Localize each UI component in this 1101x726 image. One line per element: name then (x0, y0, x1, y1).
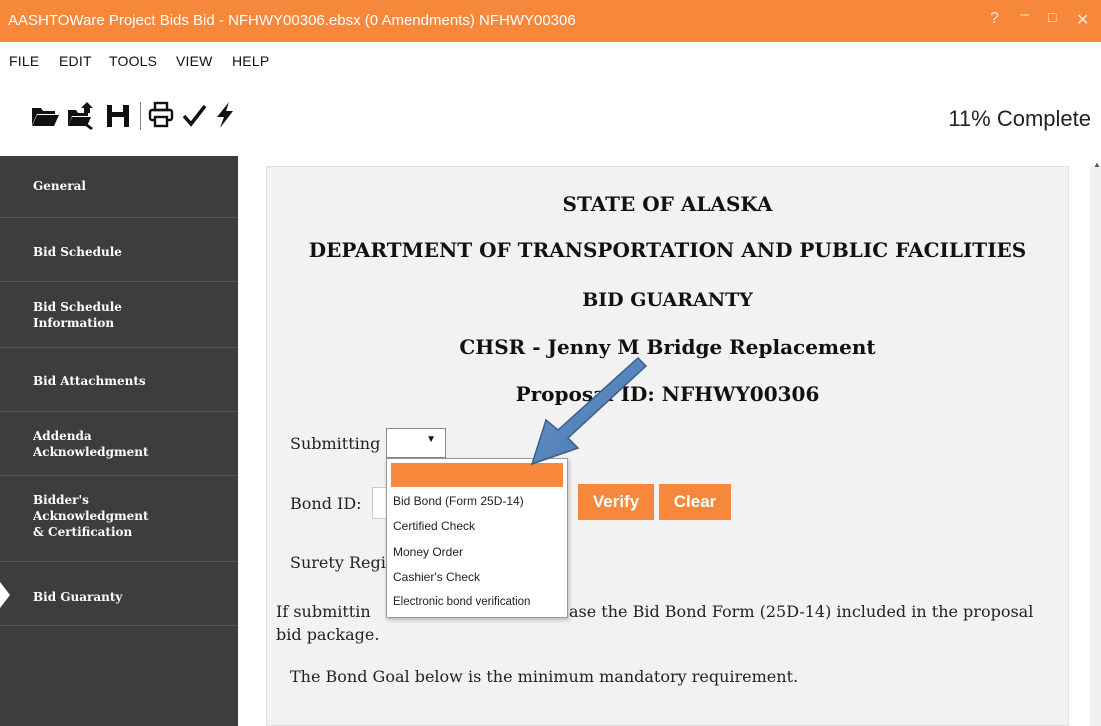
heading-proposal-id: Proposal ID: NFHWY00306 (515, 382, 820, 406)
minimize-button[interactable]: – (1020, 6, 1029, 24)
sidebar-item-label: Addenda Acknowledgment (33, 429, 149, 459)
sidebar: General Bid Schedule Bid Schedule Inform… (0, 156, 238, 726)
sidebar-item-label: Bid Schedule Information (33, 300, 122, 330)
sidebar-item-label: Bid Attachments (33, 374, 146, 388)
maximize-button[interactable]: □ (1048, 9, 1056, 25)
sidebar-item-label: General (33, 179, 86, 193)
menu-edit[interactable]: EDIT (59, 53, 92, 69)
instructions-text-start: If submittin (276, 602, 371, 621)
bond-goal-text: The Bond Goal below is the minimum manda… (290, 667, 799, 686)
sidebar-item-bid-schedule[interactable]: Bid Schedule (0, 218, 238, 282)
sidebar-item-label: Bidder's Acknowledgment & Certification (33, 493, 149, 539)
instructions-text-line2: bid package. (276, 625, 380, 644)
open-folder-icon[interactable] (30, 100, 59, 130)
sidebar-item-general[interactable]: General (0, 156, 238, 218)
window-title: AASHTOWare Project Bids Bid - NFHWY00306… (8, 12, 576, 29)
menu-help[interactable]: HELP (232, 53, 269, 69)
submitting-dropdown-list: Bid Bond (Form 25D-14) Certified Check M… (386, 458, 568, 618)
sidebar-item-bid-schedule-information[interactable]: Bid Schedule Information (0, 282, 238, 348)
dropdown-option-certified-check[interactable]: Certified Check (393, 519, 475, 533)
sidebar-item-bid-guaranty[interactable]: Bid Guaranty (0, 562, 238, 626)
heading-department: DEPARTMENT OF TRANSPORTATION AND PUBLIC … (308, 238, 1027, 262)
clear-button[interactable]: Clear (659, 484, 731, 520)
dropdown-option-cashiers-check[interactable]: Cashier's Check (393, 570, 480, 584)
menu-tools[interactable]: TOOLS (109, 53, 157, 69)
sidebar-item-addenda-acknowledgment[interactable]: Addenda Acknowledgment (0, 412, 238, 476)
sidebar-item-bidders-acknowledgment[interactable]: Bidder's Acknowledgment & Certification (0, 476, 238, 562)
print-icon[interactable] (146, 100, 174, 130)
annotation-arrow-icon (530, 356, 648, 466)
toolbar-separator (140, 102, 141, 130)
title-bar: AASHTOWare Project Bids Bid - NFHWY00306… (0, 0, 1101, 42)
menu-file[interactable]: FILE (9, 53, 39, 69)
vertical-scrollbar[interactable] (1090, 166, 1101, 726)
menu-bar: FILE EDIT TOOLS VIEW HELP (0, 50, 1101, 72)
close-button[interactable]: ✕ (1076, 10, 1089, 30)
submitting-label: Submitting (290, 434, 381, 453)
surety-label: Surety Regi (290, 553, 386, 572)
save-icon[interactable] (104, 100, 132, 130)
dropdown-option-money-order[interactable]: Money Order (393, 545, 463, 559)
heading-bid-guaranty: BID GUARANTY (582, 289, 753, 311)
heading-project-name: CHSR - Jenny M Bridge Replacement (459, 335, 876, 359)
bond-id-label: Bond ID: (290, 494, 362, 513)
sidebar-item-bid-attachments[interactable]: Bid Attachments (0, 348, 238, 412)
check-icon[interactable] (180, 100, 208, 130)
scroll-up-icon[interactable]: ▲ (1093, 160, 1101, 169)
chevron-down-icon: ▼ (426, 434, 436, 445)
submitting-select[interactable]: ▼ (386, 428, 446, 458)
menu-view[interactable]: VIEW (176, 53, 213, 69)
progress-indicator: 11% Complete (948, 106, 1091, 131)
dropdown-option-electronic-bond[interactable]: Electronic bond verification (393, 596, 530, 608)
instructions-text-end: ase the Bid Bond Form (25D-14) included … (569, 602, 1034, 621)
verify-button[interactable]: Verify (578, 484, 654, 520)
lightning-icon[interactable] (211, 100, 239, 130)
dropdown-option-bid-bond[interactable]: Bid Bond (Form 25D-14) (393, 494, 524, 508)
help-icon[interactable]: ? (990, 10, 999, 28)
sidebar-item-label: Bid Schedule (33, 245, 122, 259)
heading-state: STATE OF ALASKA (562, 192, 773, 216)
toolbar: 11% Complete (0, 92, 1101, 148)
sidebar-item-label: Bid Guaranty (33, 590, 123, 604)
import-icon[interactable] (65, 100, 93, 130)
